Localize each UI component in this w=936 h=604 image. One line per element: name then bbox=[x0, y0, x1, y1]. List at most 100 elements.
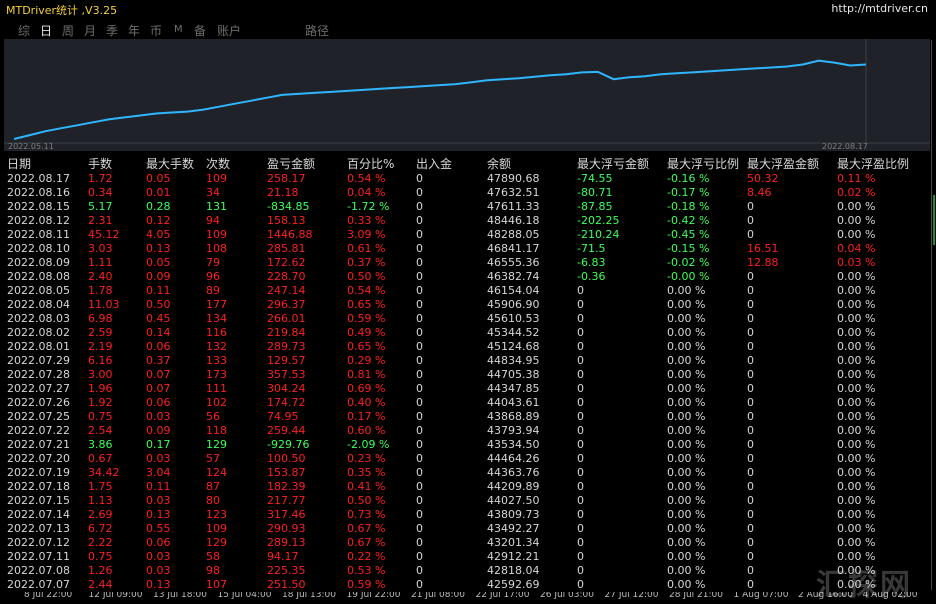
column-header-deposit[interactable]: 出入金 bbox=[416, 155, 452, 171]
table-row[interactable]: 2022.08.10 3.03 0.13 108 285.81 0.61 % 0 46841.… bbox=[0, 242, 930, 256]
column-header-percent[interactable]: 百分比% bbox=[347, 155, 394, 171]
column-header-max-float-loss-pct[interactable]: 最大浮亏比例 bbox=[667, 155, 739, 171]
cell-deposit: 0 bbox=[416, 578, 423, 591]
cell-max-float-loss: 0 bbox=[577, 522, 584, 535]
cell-max-float-profit-pct: 0.00 % bbox=[837, 270, 876, 283]
column-header-trades[interactable]: 次数 bbox=[206, 155, 230, 171]
cell-max-float-loss-pct: 0.00 % bbox=[667, 284, 706, 297]
table-row[interactable]: 2022.08.15 5.17 0.28 131 -834.85 -1.72 % 0 4761… bbox=[0, 200, 930, 214]
cell-percent: 0.33 % bbox=[347, 214, 386, 227]
column-header-max-lots[interactable]: 最大手数 bbox=[146, 155, 194, 171]
tab-path[interactable]: 路径 bbox=[305, 22, 329, 39]
cell-pnl: 228.70 bbox=[267, 270, 306, 283]
tab-account[interactable]: 账户 bbox=[217, 22, 241, 39]
cell-max-float-profit-pct: 0.00 % bbox=[837, 410, 876, 423]
table-row[interactable]: 2022.07.29 6.16 0.37 133 129.57 0.29 % 0 44834.… bbox=[0, 354, 930, 368]
table-row[interactable]: 2022.08.08 2.40 0.09 96 228.70 0.50 % 0 46382.7… bbox=[0, 270, 930, 284]
tab-notes[interactable]: 备 bbox=[194, 22, 206, 39]
cell-pnl: 100.50 bbox=[267, 452, 306, 465]
table-row[interactable]: 2022.08.05 1.78 0.11 89 247.14 0.54 % 0 46154.0… bbox=[0, 284, 930, 298]
table-row[interactable]: 2022.08.03 6.98 0.45 134 266.01 0.59 % 0 45610.… bbox=[0, 312, 930, 326]
column-header-date[interactable]: 日期 bbox=[7, 155, 31, 171]
table-row[interactable]: 2022.08.04 11.03 0.50 177 296.37 0.65 % 0 45906… bbox=[0, 298, 930, 312]
cell-pnl: 285.81 bbox=[267, 242, 306, 255]
cell-max-float-profit: 0 bbox=[747, 438, 754, 451]
cell-trades: 109 bbox=[206, 228, 227, 241]
tab-month[interactable]: 月 bbox=[84, 22, 96, 39]
cell-max-float-loss-pct: 0.00 % bbox=[667, 340, 706, 353]
tab-currency[interactable]: 币 bbox=[150, 22, 162, 39]
cell-max-float-profit-pct: 0.00 % bbox=[837, 228, 876, 241]
table-row[interactable]: 2022.08.02 2.59 0.14 116 219.84 0.49 % 0 45344.… bbox=[0, 326, 930, 340]
cell-balance: 44834.95 bbox=[487, 354, 540, 367]
cell-max-float-profit: 0 bbox=[747, 536, 754, 549]
table-row[interactable]: 2022.07.15 1.13 0.03 80 217.77 0.50 % 0 44027.5… bbox=[0, 494, 930, 508]
cell-pnl: 129.57 bbox=[267, 354, 306, 367]
table-row[interactable]: 2022.08.12 2.31 0.12 94 158.13 0.33 % 0 48446.1… bbox=[0, 214, 930, 228]
table-row[interactable]: 2022.07.13 6.72 0.55 109 290.93 0.67 % 0 43492.… bbox=[0, 522, 930, 536]
scroll-indicator[interactable] bbox=[933, 195, 935, 245]
cell-max-float-profit-pct: 0.00 % bbox=[837, 494, 876, 507]
table-row[interactable]: 2022.08.17 1.72 0.05 109 258.17 0.54 % 0 47890.… bbox=[0, 172, 930, 186]
tab-m[interactable]: M bbox=[174, 24, 183, 35]
cell-max-float-loss-pct: 0.00 % bbox=[667, 564, 706, 577]
table-row[interactable]: 2022.07.25 0.75 0.03 56 74.95 0.17 % 0 43868.89… bbox=[0, 410, 930, 424]
column-header-balance[interactable]: 余额 bbox=[487, 155, 511, 171]
cell-pnl: 289.73 bbox=[267, 340, 306, 353]
column-header-pnl[interactable]: 盈亏金额 bbox=[267, 155, 315, 171]
cell-balance: 43492.27 bbox=[487, 522, 540, 535]
table-row[interactable]: 2022.07.26 1.92 0.06 102 174.72 0.40 % 0 44043.… bbox=[0, 396, 930, 410]
cell-max-float-profit-pct: 0.00 % bbox=[837, 508, 876, 521]
column-header-max-float-loss[interactable]: 最大浮亏金额 bbox=[577, 155, 649, 171]
table-row[interactable]: 2022.07.14 2.69 0.13 123 317.46 0.73 % 0 43809.… bbox=[0, 508, 930, 522]
website-link[interactable]: http://mtdriver.cn bbox=[831, 2, 928, 15]
table-row[interactable]: 2022.07.19 34.42 3.04 124 153.87 0.35 % 0 44363… bbox=[0, 466, 930, 480]
tab-quarter[interactable]: 季 bbox=[106, 22, 118, 39]
cell-max-float-profit: 0 bbox=[747, 270, 754, 283]
table-row[interactable]: 2022.07.21 3.86 0.17 129 -929.76 -2.09 % 0 4353… bbox=[0, 438, 930, 452]
cell-max-float-loss: 0 bbox=[577, 536, 584, 549]
cell-deposit: 0 bbox=[416, 214, 423, 227]
cell-lots: 45.12 bbox=[88, 228, 120, 241]
cell-max-float-profit: 0 bbox=[747, 340, 754, 353]
cell-max-float-profit: 0 bbox=[747, 508, 754, 521]
column-header-max-float-profit-pct[interactable]: 最大浮盈比例 bbox=[837, 155, 909, 171]
cell-max-float-loss: 0 bbox=[577, 564, 584, 577]
cell-lots: 1.11 bbox=[88, 256, 113, 269]
cell-trades: 57 bbox=[206, 452, 220, 465]
cell-percent: 0.54 % bbox=[347, 172, 386, 185]
table-row[interactable]: 2022.07.27 1.96 0.07 111 304.24 0.69 % 0 44347.… bbox=[0, 382, 930, 396]
column-header-max-float-profit[interactable]: 最大浮盈金额 bbox=[747, 155, 819, 171]
table-row[interactable]: 2022.08.09 1.11 0.05 79 172.62 0.37 % 0 46555.3… bbox=[0, 256, 930, 270]
table-row[interactable]: 2022.07.18 1.75 0.11 87 182.39 0.41 % 0 44209.8… bbox=[0, 480, 930, 494]
cell-max-float-profit-pct: 0.00 % bbox=[837, 340, 876, 353]
cell-deposit: 0 bbox=[416, 550, 423, 563]
cell-balance: 45124.68 bbox=[487, 340, 540, 353]
cell-balance: 48446.18 bbox=[487, 214, 540, 227]
tab-summary[interactable]: 综 bbox=[18, 22, 30, 39]
column-header-lots[interactable]: 手数 bbox=[88, 155, 112, 171]
tab-week[interactable]: 周 bbox=[62, 22, 74, 39]
table-row[interactable]: 2022.07.22 2.54 0.09 118 259.44 0.60 % 0 43793.… bbox=[0, 424, 930, 438]
table-row[interactable]: 2022.08.11 45.12 4.05 109 1446.88 3.09 % 0 4828… bbox=[0, 228, 930, 242]
table-row[interactable]: 2022.07.28 3.00 0.07 173 357.53 0.81 % 0 44705.… bbox=[0, 368, 930, 382]
cell-date: 2022.08.12 bbox=[7, 214, 70, 227]
tab-year[interactable]: 年 bbox=[128, 22, 140, 39]
table-row[interactable]: 2022.08.01 2.19 0.06 132 289.73 0.65 % 0 45124.… bbox=[0, 340, 930, 354]
cell-max-float-loss: 0 bbox=[577, 578, 584, 591]
cell-balance: 44027.50 bbox=[487, 494, 540, 507]
table-row[interactable]: 2022.07.20 0.67 0.03 57 100.50 0.23 % 0 44464.2… bbox=[0, 452, 930, 466]
cell-lots: 3.03 bbox=[88, 242, 113, 255]
table-row[interactable]: 2022.07.08 1.26 0.03 98 225.35 0.53 % 0 42818.0… bbox=[0, 564, 930, 578]
cell-balance: 48288.05 bbox=[487, 228, 540, 241]
cell-lots: 1.26 bbox=[88, 564, 113, 577]
cell-percent: 0.69 % bbox=[347, 382, 386, 395]
table-row[interactable]: 2022.08.16 0.34 0.01 34 21.18 0.04 % 0 47632.51… bbox=[0, 186, 930, 200]
cell-trades: 133 bbox=[206, 354, 227, 367]
table-row[interactable]: 2022.07.07 2.44 0.13 107 251.50 0.59 % 0 42592.… bbox=[0, 578, 930, 592]
table-row[interactable]: 2022.07.12 2.22 0.06 129 289.13 0.67 % 0 43201.… bbox=[0, 536, 930, 550]
tab-day[interactable]: 日 bbox=[40, 22, 52, 39]
cell-trades: 108 bbox=[206, 242, 227, 255]
table-row[interactable]: 2022.07.11 0.75 0.03 58 94.17 0.22 % 0 42912.21… bbox=[0, 550, 930, 564]
cell-balance: 42818.04 bbox=[487, 564, 540, 577]
